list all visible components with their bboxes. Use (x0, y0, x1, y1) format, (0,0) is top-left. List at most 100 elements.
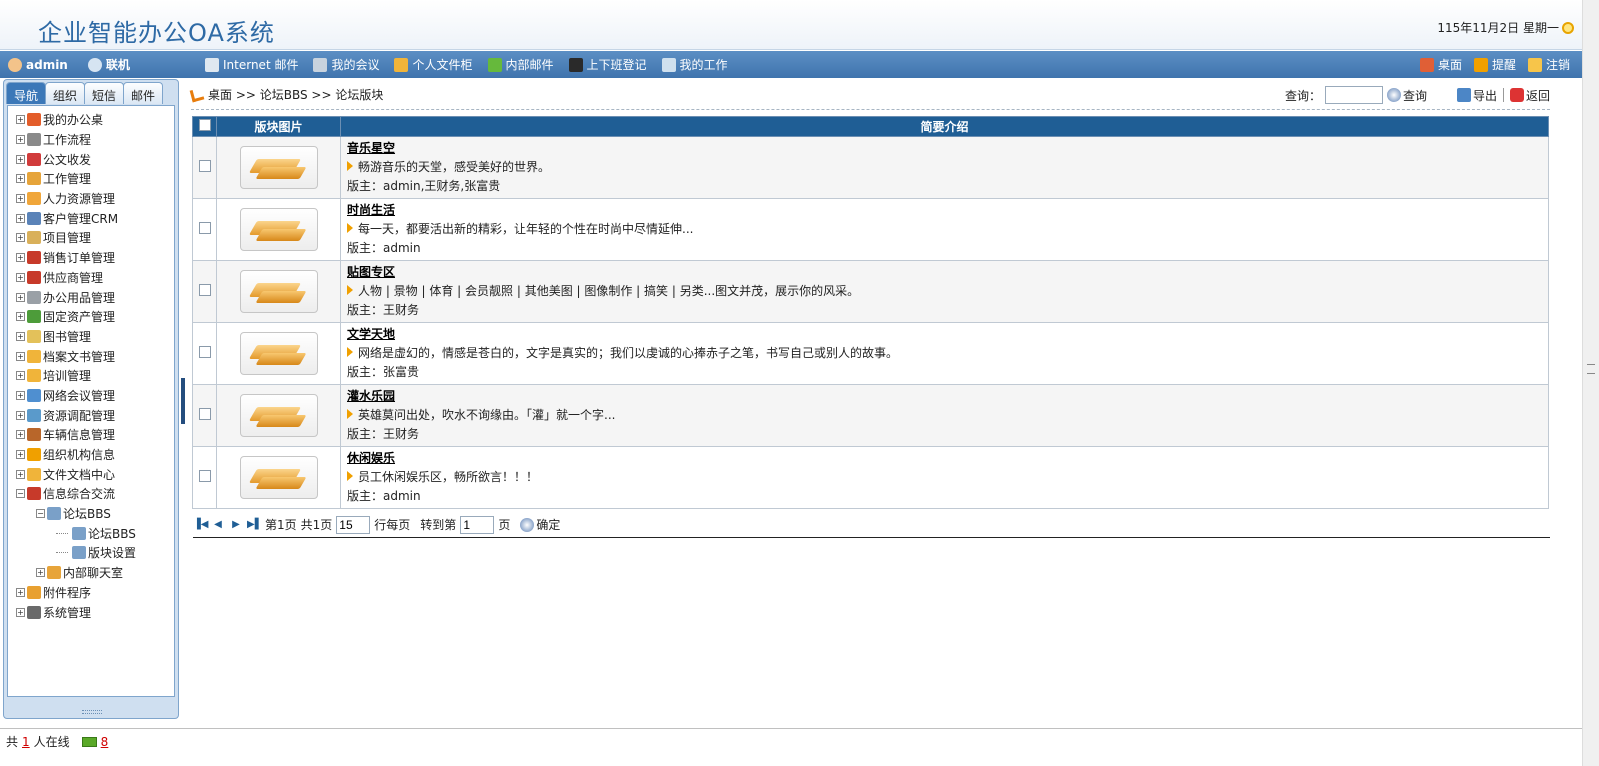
tree-item-12[interactable]: + 档案文书管理 (8, 346, 174, 366)
sidebar-tab-0[interactable]: 导航 (6, 82, 47, 104)
tree-item-19[interactable]: − 信息综合交流 (8, 484, 174, 504)
export-button[interactable]: 导出 (1456, 87, 1497, 104)
tree-expander-icon[interactable]: + (16, 450, 25, 460)
forum-name-link[interactable]: 灌水乐园 (347, 389, 395, 403)
tree-item-13[interactable]: + 培训管理 (8, 366, 174, 386)
tree-item-25[interactable]: + 系统管理 (8, 602, 174, 622)
window-scrollbar[interactable] (1582, 0, 1599, 766)
toolbar-link-5[interactable]: 我的工作 (661, 56, 728, 73)
search-button[interactable]: 查询 (1386, 87, 1427, 104)
tree-expander-icon[interactable]: + (16, 351, 25, 361)
tree-expander-icon[interactable]: + (16, 272, 25, 282)
tree-item-20[interactable]: − 论坛BBS (8, 504, 174, 524)
toolbar-right-link-1[interactable]: 提醒 (1473, 56, 1516, 73)
tree-item-5[interactable]: + 客户管理CRM (8, 208, 174, 228)
row-checkbox[interactable] (198, 284, 211, 296)
sidebar-resize-grip[interactable] (82, 710, 102, 714)
tree-expander-icon[interactable]: + (16, 371, 25, 381)
tree-item-0[interactable]: + 我的办公桌 (8, 110, 174, 130)
sidebar-tab-1[interactable]: 组织 (45, 82, 86, 104)
tree-expander-icon[interactable]: + (16, 607, 25, 617)
row-checkbox[interactable] (198, 222, 211, 234)
search-input[interactable] (1324, 86, 1383, 104)
tree-expander-icon[interactable]: + (16, 410, 25, 420)
online-status[interactable]: 联机 (80, 56, 130, 73)
forum-name-link[interactable]: 文学天地 (347, 327, 395, 341)
scrollbar-grip[interactable] (1587, 364, 1595, 374)
forum-books-icon[interactable] (239, 332, 318, 375)
toolbar-right-link-0[interactable]: 桌面 (1419, 56, 1462, 73)
toolbar-right-link-2[interactable]: 注销 (1527, 56, 1570, 73)
tree-item-8[interactable]: + 供应商管理 (8, 268, 174, 288)
first-page-icon[interactable]: ▐◀ (193, 519, 208, 530)
row-checkbox[interactable] (198, 470, 211, 482)
back-button[interactable]: 返回 (1509, 87, 1550, 104)
row-checkbox[interactable] (198, 160, 211, 172)
tree-expander-icon[interactable]: + (16, 331, 25, 341)
tree-item-24[interactable]: + 附件程序 (8, 583, 174, 603)
forum-books-icon[interactable] (239, 270, 318, 313)
tree-expander-icon[interactable]: + (16, 469, 25, 479)
tree-expander-icon[interactable]: + (16, 115, 25, 125)
tree-item-14[interactable]: + 网络会议管理 (8, 386, 174, 406)
last-page-icon[interactable]: ▶▌ (247, 519, 262, 530)
row-checkbox[interactable] (198, 346, 211, 358)
tree-item-6[interactable]: + 项目管理 (8, 228, 174, 248)
tree-item-11[interactable]: + 图书管理 (8, 327, 174, 347)
forum-name-link[interactable]: 休闲娱乐 (347, 451, 395, 465)
tree-item-9[interactable]: + 办公用品管理 (8, 287, 174, 307)
mail-icon[interactable] (81, 736, 97, 747)
tree-item-7[interactable]: + 销售订单管理 (8, 248, 174, 268)
mail-count-link[interactable]: 8 (101, 735, 109, 749)
per-page-input[interactable] (336, 515, 371, 534)
tree-expander-icon[interactable]: + (16, 430, 25, 440)
tree-item-17[interactable]: + 组织机构信息 (8, 445, 174, 465)
tree-expander-icon[interactable]: + (16, 154, 25, 164)
tree-expander-icon[interactable]: + (16, 233, 25, 243)
toolbar-link-2[interactable]: 个人文件柜 (394, 56, 473, 73)
toolbar-link-4[interactable]: 上下班登记 (568, 56, 647, 73)
tree-expander-icon[interactable]: + (16, 390, 25, 400)
tree-item-22[interactable]: 版块设置 (8, 543, 174, 563)
tree-item-18[interactable]: + 文件文档中心 (8, 464, 174, 484)
tree-expander-icon[interactable]: + (36, 568, 45, 578)
forum-name-link[interactable]: 贴图专区 (347, 265, 395, 279)
forum-name-link[interactable]: 音乐星空 (347, 141, 395, 155)
tree-expander-icon[interactable]: + (16, 174, 25, 184)
sidebar-tab-2[interactable]: 短信 (84, 82, 125, 104)
tree-expander-icon[interactable]: + (16, 213, 25, 223)
forum-books-icon[interactable] (239, 208, 318, 251)
prev-page-icon[interactable]: ◀ (211, 519, 225, 530)
forum-name-link[interactable]: 时尚生活 (347, 203, 395, 217)
forum-books-icon[interactable] (239, 146, 318, 189)
forum-books-icon[interactable] (239, 394, 318, 437)
toolbar-link-1[interactable]: 我的会议 (313, 56, 379, 73)
next-page-icon[interactable]: ▶ (229, 519, 243, 530)
user-name[interactable]: admin (0, 57, 68, 72)
toolbar-link-3[interactable]: 内部邮件 (487, 56, 554, 73)
forum-books-icon[interactable] (239, 456, 318, 499)
tree-item-3[interactable]: + 工作管理 (8, 169, 174, 189)
tree-expander-icon[interactable]: + (16, 253, 25, 263)
tree-item-15[interactable]: + 资源调配管理 (8, 405, 174, 425)
row-checkbox[interactable] (198, 408, 211, 420)
tree-item-2[interactable]: + 公文收发 (8, 149, 174, 169)
tree-item-4[interactable]: + 人力资源管理 (8, 189, 174, 209)
toolbar-link-0[interactable]: Internet 邮件 (205, 56, 298, 73)
tree-expander-icon[interactable]: − (16, 489, 25, 499)
tree-item-10[interactable]: + 固定资产管理 (8, 307, 174, 327)
confirm-button[interactable]: 确定 (520, 516, 560, 533)
tree-expander-icon[interactable]: + (16, 135, 25, 145)
tree-expander-icon[interactable]: + (16, 587, 25, 597)
tree-expander-icon[interactable]: − (36, 509, 45, 519)
online-count-link[interactable]: 1 (22, 735, 30, 749)
tree-item-23[interactable]: + 内部聊天室 (8, 563, 174, 583)
tree-expander-icon[interactable]: + (16, 292, 25, 302)
goto-page-input[interactable] (460, 515, 495, 534)
tree-item-21[interactable]: 论坛BBS (8, 523, 174, 543)
select-all-checkbox[interactable] (198, 119, 211, 131)
sidebar-tab-3[interactable]: 邮件 (123, 82, 164, 104)
tree-expander-icon[interactable]: + (16, 194, 25, 204)
tree-item-1[interactable]: + 工作流程 (8, 130, 174, 150)
sidebar-splitter[interactable] (181, 378, 185, 424)
